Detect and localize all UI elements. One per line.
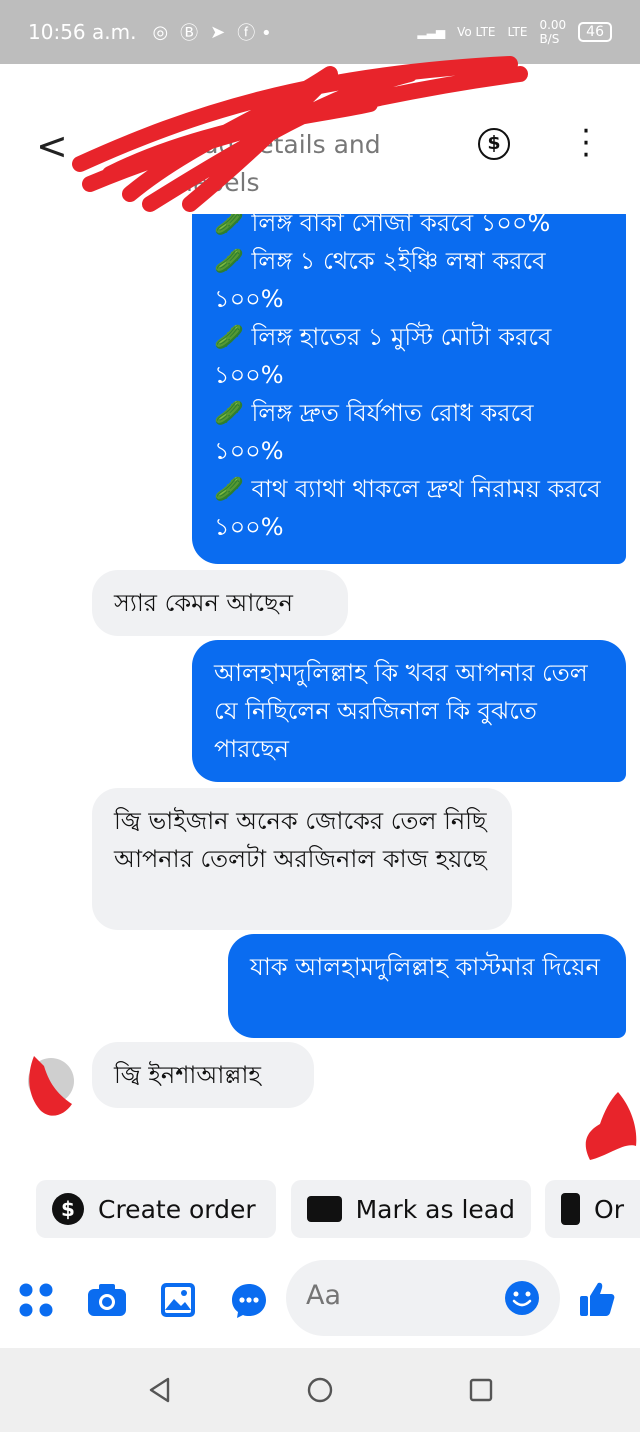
apps-icon[interactable] xyxy=(18,1282,54,1318)
message-incoming[interactable]: জ্বি ভাইজান অনেক জোকের তেল নিছি আপনার তে… xyxy=(92,788,512,930)
avatar xyxy=(28,1058,74,1104)
dollar-icon[interactable]: $ xyxy=(478,128,510,160)
lte-label: LTE xyxy=(507,25,528,39)
b-icon: Ⓑ xyxy=(180,23,199,44)
status-time: 10:56 a.m. xyxy=(28,20,137,44)
message-incoming[interactable]: জ্বি ইনশাআল্লাহ xyxy=(92,1042,314,1108)
message-input[interactable] xyxy=(306,1280,486,1311)
create-order-chip[interactable]: $ Create order xyxy=(36,1180,276,1238)
nav-back-icon[interactable] xyxy=(146,1376,174,1404)
more-icon[interactable] xyxy=(230,1282,268,1320)
notification-icons: ◎ Ⓑ ➤ ⓕ • xyxy=(152,19,271,45)
message-outgoing[interactable]: যাক আলহামদুলিল্লাহ কাস্টমার দিয়েন xyxy=(228,934,626,1038)
message-list[interactable]: 🥒 লিঙ্গ বাকা সোজা করবে ১০০% 🥒 লিঙ্গ ১ থে… xyxy=(0,214,640,1164)
app-icon: ◎ xyxy=(152,21,169,43)
message-incoming[interactable]: স্যার কেমন আছেন xyxy=(92,570,348,636)
chip-label: Mark as lead xyxy=(355,1194,515,1224)
battery-icon: 46 xyxy=(578,22,612,42)
volte-label: Vo LTE xyxy=(457,25,496,39)
dollar-icon: $ xyxy=(52,1193,84,1225)
emoji-icon[interactable] xyxy=(504,1280,540,1316)
id-card-icon xyxy=(307,1196,342,1222)
system-nav-bar xyxy=(0,1348,640,1432)
back-arrow-icon[interactable]: < xyxy=(36,124,68,168)
like-icon[interactable] xyxy=(578,1280,616,1318)
mark-as-lead-chip[interactable]: Mark as lead xyxy=(291,1180,531,1238)
facebook-icon: ⓕ • xyxy=(237,23,272,44)
message-composer xyxy=(0,1256,640,1344)
telegram-icon: ➤ xyxy=(210,21,226,43)
document-icon xyxy=(561,1193,581,1225)
net-speed: 0.00 B/S xyxy=(539,18,567,46)
chip-label: Create order xyxy=(98,1194,256,1224)
header-subtitle[interactable]: Add details and labels xyxy=(186,126,446,202)
chip-label: Or xyxy=(594,1194,624,1224)
camera-icon[interactable] xyxy=(86,1282,128,1318)
more-options-icon[interactable]: · · · xyxy=(574,117,598,171)
system-icons: ▂▃▅ Vo LTE LTE 0.00 B/S 46 xyxy=(417,18,612,46)
message-outgoing[interactable]: 🥒 লিঙ্গ বাকা সোজা করবে ১০০% 🥒 লিঙ্গ ১ থে… xyxy=(192,214,626,564)
quick-actions: $ Create order Mark as lead Or xyxy=(0,1180,640,1240)
message-input-box[interactable] xyxy=(286,1260,560,1336)
status-bar: 10:56 a.m. ◎ Ⓑ ➤ ⓕ • ▂▃▅ Vo LTE LTE 0.00… xyxy=(0,0,640,64)
message-outgoing[interactable]: আলহামদুলিল্লাহ কি খবর আপনার তেল যে নিছিল… xyxy=(192,640,626,782)
nav-recents-icon[interactable] xyxy=(468,1377,494,1403)
gallery-icon[interactable] xyxy=(160,1282,196,1318)
conversation-header: < Add details and labels $ · · · xyxy=(0,56,640,214)
nav-home-icon[interactable] xyxy=(306,1376,334,1404)
orders-chip[interactable]: Or xyxy=(545,1180,640,1238)
signal-icon: ▂▃▅ xyxy=(417,25,446,39)
